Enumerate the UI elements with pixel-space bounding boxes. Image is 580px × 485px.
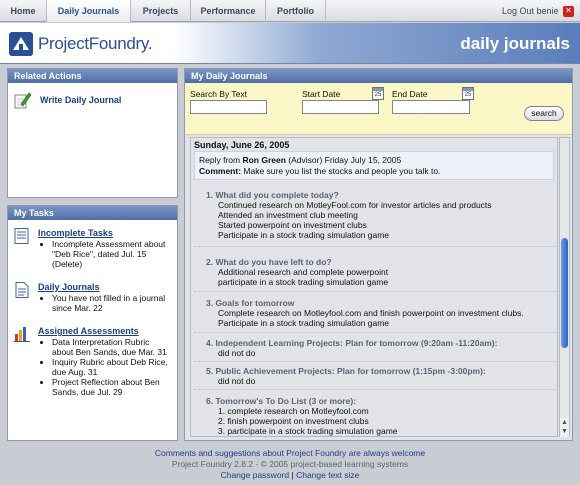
search-text-label: Search By Text <box>190 89 248 99</box>
journals-panel: My Daily Journals Search By Text Start D… <box>184 68 573 441</box>
answer-line: participate in a stock trading simulatio… <box>218 277 389 287</box>
answer-line: Participate in a stock trading simulatio… <box>218 230 390 240</box>
daily-journals-task-link[interactable]: Daily Journals <box>38 282 100 292</box>
nav-projects[interactable]: Projects <box>131 0 191 22</box>
change-text-size-link[interactable]: Change text size <box>296 470 359 480</box>
footer-links: Change password | Change text size <box>0 470 580 481</box>
footer: Comments and suggestions about Project F… <box>0 448 580 481</box>
end-date-input[interactable] <box>392 100 470 114</box>
question-title: 1. What did you complete today? <box>206 190 339 200</box>
question-title: 4. Independent Learning Projects: Plan f… <box>206 338 498 348</box>
question-title: 6. Tomorrow's To Do List (3 or more): <box>206 396 356 406</box>
nav-home[interactable]: Home <box>0 0 47 22</box>
question-title: 3. Goals for tomorrow <box>206 298 295 308</box>
question-1: 1. What did you complete today? Continue… <box>206 190 492 240</box>
question-4: 4. Independent Learning Projects: Plan f… <box>206 338 497 358</box>
end-date-label: End Date <box>392 89 428 99</box>
daily-journals-task-list: You have not filled in a journal since M… <box>52 293 170 313</box>
question-6: 6. Tomorrow's To Do List (3 or more): 1.… <box>206 396 398 436</box>
question-5: 5. Public Achievement Projects: Plan for… <box>206 366 486 386</box>
answer-line: did not do <box>218 348 256 358</box>
logo-text: ProjectFoundry. <box>38 34 153 53</box>
top-nav: Home Daily Journals Projects Performance… <box>0 0 580 22</box>
comment-text: Make sure you list the stocks and people… <box>241 166 441 176</box>
answer-line: did not do <box>218 376 256 386</box>
logo-icon <box>9 32 33 56</box>
divider <box>194 291 556 292</box>
journal-scrollbar[interactable]: ▲ ▼ <box>559 137 570 437</box>
calendar-day: 25 <box>464 92 472 98</box>
incomplete-tasks-link[interactable]: Incomplete Tasks <box>38 228 113 238</box>
divider <box>194 361 556 362</box>
answer-line: 2. finish powerpoint on investment clubs <box>218 416 369 426</box>
bar-chart-icon <box>14 327 30 342</box>
divider <box>194 332 556 333</box>
reply-name: Ron Green <box>242 155 286 165</box>
my-tasks-title: My Tasks <box>8 206 177 220</box>
answer-line: Attended an investment club meeting <box>218 210 358 220</box>
question-2: 2. What do you have left to do? Addition… <box>206 257 388 287</box>
answer-line: Additional research and complete powerpo… <box>218 267 389 277</box>
nav-daily-journals[interactable]: Daily Journals <box>47 0 131 22</box>
answer-line: Started powerpoint on investment clubs <box>218 220 367 230</box>
checklist-icon <box>14 228 29 244</box>
reply-suffix: (Advisor) Friday July 15, 2005 <box>285 155 402 165</box>
calendar-icon[interactable]: 25 <box>462 87 474 100</box>
start-date-input[interactable] <box>302 100 379 114</box>
change-password-link[interactable]: Change password <box>221 470 290 480</box>
divider <box>194 246 556 247</box>
write-daily-journal-link[interactable]: Write Daily Journal <box>40 95 121 105</box>
footer-separator: | <box>291 470 294 480</box>
document-icon <box>15 282 29 298</box>
feedback-link[interactable]: Comments and suggestions about Project F… <box>0 448 580 459</box>
assessments-list: Data Interpretation Rubric about Ben San… <box>52 337 170 397</box>
assigned-assessments-link[interactable]: Assigned Assessments <box>38 326 139 336</box>
close-icon: ✕ <box>563 6 574 18</box>
search-bar: Search By Text Start Date 25 End Date 25… <box>185 83 572 135</box>
related-actions-title: Related Actions <box>8 69 177 83</box>
answer-line: Participate in a stock trading simulatio… <box>218 318 390 328</box>
page-title: daily journals <box>460 34 570 53</box>
answer-line: Complete research on Motleyfool.com and … <box>218 308 524 318</box>
list-item[interactable]: Inquiry Rubric about Deb Rice, due Aug. … <box>52 357 170 377</box>
question-3: 3. Goals for tomorrow Complete research … <box>206 298 524 328</box>
search-text-input[interactable] <box>190 100 267 114</box>
search-button[interactable]: search <box>524 106 564 121</box>
question-title: 2. What do you have left to do? <box>206 257 332 267</box>
start-date-label: Start Date <box>302 89 341 99</box>
journals-title: My Daily Journals <box>185 69 572 83</box>
journal-entries: Sunday, June 26, 2005 Reply from Ron Gre… <box>190 137 558 437</box>
scroll-down-arrow-icon[interactable]: ▼ <box>560 427 569 437</box>
calendar-icon[interactable]: 25 <box>372 87 384 100</box>
banner: ProjectFoundry. daily journals <box>0 23 580 64</box>
reply-prefix: Reply from <box>199 155 243 165</box>
entry-date: Sunday, June 26, 2005 <box>194 140 290 150</box>
pencil-icon <box>14 92 32 109</box>
question-title: 5. Public Achievement Projects: Plan for… <box>206 366 486 376</box>
answer-line: 1. complete research on Motleyfool.com <box>218 406 369 416</box>
nav-performance[interactable]: Performance <box>191 0 266 22</box>
nav-portfolio[interactable]: Portfolio <box>266 0 326 22</box>
answer-line: 3. participate in a stock trading simula… <box>218 426 398 436</box>
copyright: Project Foundry 2.8.2 - © 2005 project-b… <box>171 459 409 469</box>
my-tasks-panel: My Tasks Incomplete Tasks Incomplete Ass… <box>7 205 178 441</box>
calendar-day: 25 <box>374 92 382 98</box>
list-item[interactable]: Incomplete Assessment about "Deb Rice", … <box>52 239 170 269</box>
advisor-reply: Reply from Ron Green (Advisor) Friday Ju… <box>194 151 554 180</box>
incomplete-tasks-list: Incomplete Assessment about "Deb Rice", … <box>52 239 170 269</box>
comment-label: Comment: <box>199 166 242 176</box>
list-item[interactable]: You have not filled in a journal since M… <box>52 293 170 313</box>
related-actions-panel: Related Actions Write Daily Journal <box>7 68 178 198</box>
list-item[interactable]: Data Interpretation Rubric about Ben San… <box>52 337 170 357</box>
divider <box>194 389 556 390</box>
scroll-thumb[interactable] <box>561 238 568 348</box>
list-item[interactable]: Project Reflection about Ben Sands, due … <box>52 377 170 397</box>
logout-link[interactable]: Log Out benie ✕ <box>502 0 574 22</box>
logout-label: Log Out benie <box>501 6 559 16</box>
answer-line: Continued research on MotleyFool.com for… <box>218 200 492 210</box>
